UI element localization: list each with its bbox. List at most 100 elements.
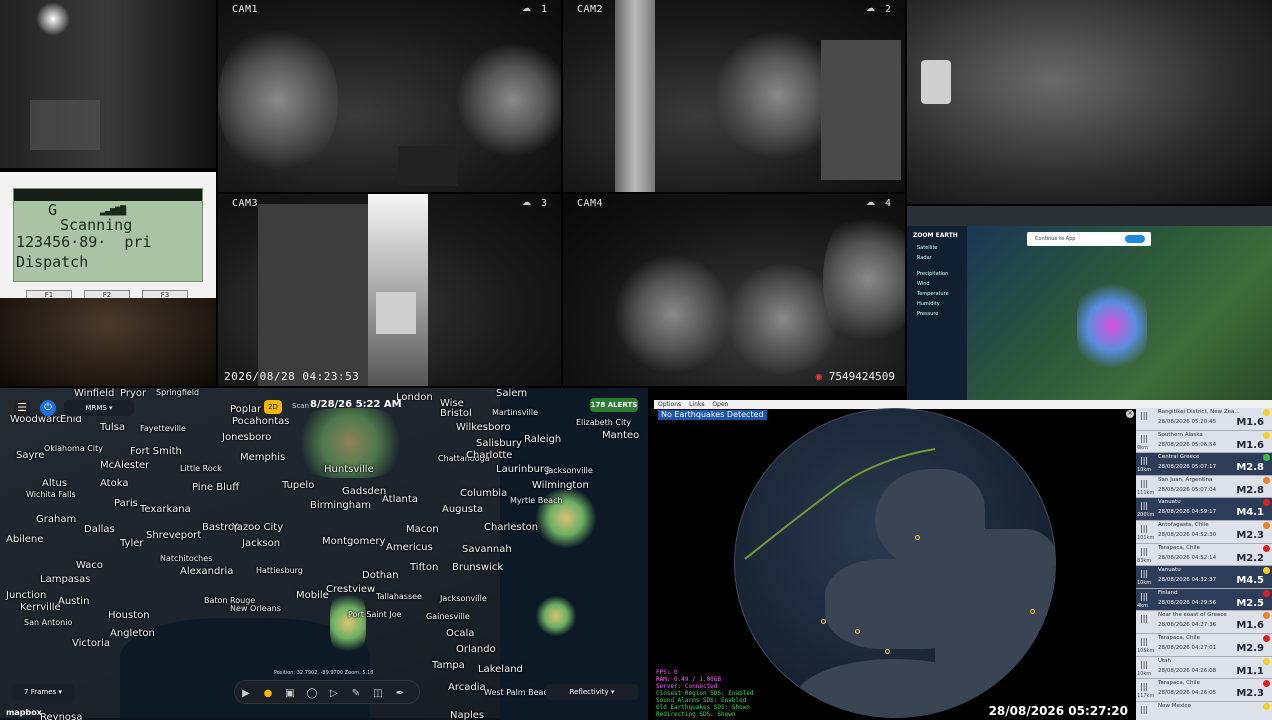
city-label: Gadsden xyxy=(342,486,387,497)
city-label: Houston xyxy=(108,610,150,621)
power-icon[interactable]: ⏻ xyxy=(40,400,56,416)
alerts-badge[interactable]: 178 ALERTS xyxy=(590,398,638,412)
earthquake-list-item[interactable]: ||| New Mexico xyxy=(1136,701,1272,720)
layer-precipitation[interactable]: Precipitation xyxy=(907,269,967,279)
menu-open[interactable]: Open xyxy=(712,401,728,408)
layer-humidity[interactable]: Humidity xyxy=(907,299,967,309)
storage-bin xyxy=(376,292,416,334)
capture-icon[interactable]: ▣ xyxy=(279,683,301,705)
location-pin-icon[interactable]: ● xyxy=(257,683,279,705)
city-label: Springfield xyxy=(156,388,200,397)
status-line: Closest Region SDS: Enabled xyxy=(656,690,754,697)
city-label: McAlester xyxy=(100,460,150,471)
close-icon[interactable]: ✕ xyxy=(1126,410,1134,418)
quake-depth: 10km xyxy=(1137,467,1152,474)
alert-level-icon xyxy=(1263,431,1270,439)
quake-magnitude: M1.1 xyxy=(1236,665,1264,677)
foliage xyxy=(218,20,338,180)
layer-wind[interactable]: Wind xyxy=(907,279,967,289)
quake-marker[interactable] xyxy=(885,649,890,654)
scanner-f3-button[interactable]: F3 xyxy=(142,290,188,298)
shed-wall xyxy=(821,40,901,180)
layer-temperature[interactable]: Temperature xyxy=(907,289,967,299)
city-label: Paris xyxy=(114,498,138,509)
city-label: Wilmington xyxy=(532,480,589,491)
cam4-feed[interactable]: CAM4 ☁ 4 ◉ 7549424509 xyxy=(563,194,905,386)
quake-datetime: 28/08/2026 05:20:45 xyxy=(1158,419,1217,425)
zoom-weather-map[interactable] xyxy=(967,226,1272,400)
quake-marker[interactable] xyxy=(821,619,826,624)
city-label: Oklahoma City xyxy=(44,444,103,453)
polygon-tool-icon[interactable]: ▷ xyxy=(323,683,345,705)
quake-magnitude: M2.5 xyxy=(1236,597,1264,609)
banner-open-button[interactable] xyxy=(1125,235,1145,243)
record-icon: ◉ xyxy=(815,370,823,383)
earthquake-list-item[interactable]: ||| Rangitikei District, New Zea... 28/08/… xyxy=(1136,408,1272,431)
lit-walkway xyxy=(368,194,428,386)
mapbox-logo: mapbox xyxy=(6,708,42,717)
quake-marker[interactable] xyxy=(915,535,920,540)
earthquake-list-item[interactable]: ||| 10km Central Greece 28/08/2026 05:07:17… xyxy=(1136,453,1272,476)
2d-toggle[interactable]: 2D xyxy=(264,400,282,414)
earthquake-list-item[interactable]: ||| 101km Antofagasta, Chile 28/08/2026 04:… xyxy=(1136,520,1272,544)
quake-datetime: 28/08/2026 04:52:14 xyxy=(1158,554,1217,561)
continue-to-app-banner[interactable]: Continue to App xyxy=(1027,232,1151,246)
zoom-earth-logo: ZOOM EARTH xyxy=(913,232,958,239)
menu-icon[interactable]: ☰ xyxy=(14,400,30,416)
city-label: Victoria xyxy=(72,638,110,649)
earthquake-globe[interactable] xyxy=(734,408,1056,718)
scanner-f2-button[interactable]: F2 xyxy=(84,290,130,298)
intensity-bars-icon: ||| xyxy=(1140,411,1149,420)
draw-tool-icon[interactable]: ✎ xyxy=(345,683,367,705)
earthquake-list[interactable]: ||| Rangitikei District, New Zea... 28/08/… xyxy=(1136,408,1272,720)
city-label: Savannah xyxy=(462,544,512,555)
earthquake-list-item[interactable]: ||| 111km San Juan, Argentina 28/08/2026 05… xyxy=(1136,475,1272,499)
intensity-bars-icon: ||| xyxy=(1140,456,1149,466)
circle-tool-icon[interactable]: ◯ xyxy=(301,683,323,705)
product-select[interactable]: Reflectivity ▾ xyxy=(546,684,638,700)
city-label: Atoka xyxy=(100,478,129,489)
cam3-feed[interactable]: CAM3 ☁ 3 2026/08/28 04:23:53 xyxy=(218,194,561,386)
earthquake-list-item[interactable]: ||| 10km Utah 28/08/2026 04:26:08 M1.1 xyxy=(1136,656,1272,680)
menu-links[interactable]: Links xyxy=(689,401,704,408)
quake-magnitude: M2.2 xyxy=(1236,552,1264,564)
frames-select[interactable]: 7 Frames ▾ xyxy=(12,684,74,700)
city-label: Brunswick xyxy=(452,562,504,573)
zoom-earth-window: ZOOM EARTH Satellite Radar Precipitation… xyxy=(907,206,1272,400)
doorway xyxy=(258,204,368,386)
book-icon[interactable]: ◫ xyxy=(367,683,389,705)
quake-marker[interactable] xyxy=(1030,609,1035,614)
city-label: Little Rock xyxy=(180,464,222,473)
cam2-feed[interactable]: CAM2 ☁ 2 xyxy=(563,0,905,192)
earthquake-list-item[interactable]: ||| 117km Tarapaca, Chile 28/08/2026 04:26:… xyxy=(1136,679,1272,702)
radar-map-window[interactable]: Winfield Pryor Springfield Poplar London Wise… xyxy=(0,388,648,720)
earthquake-list-item[interactable]: ||| 10km Vanuatu 28/08/2026 04:32:37 M4.5 xyxy=(1136,566,1272,589)
earthquake-list-item[interactable]: ||| 200km Vanuatu 28/08/2026 04:59:17 M4.1 xyxy=(1136,498,1272,521)
earthquake-list-item[interactable]: ||| 4km Finland 28/08/2026 04:29:56 M2.5 xyxy=(1136,588,1272,612)
cam1-feed[interactable]: CAM1 ☁ 1 xyxy=(218,0,561,192)
pen-icon[interactable]: ✒ xyxy=(389,683,411,705)
quake-depth: 111km xyxy=(1137,489,1155,496)
layer-radar[interactable]: Radar xyxy=(907,253,967,263)
layer-pressure[interactable]: Pressure xyxy=(907,309,967,319)
menu-options[interactable]: Options xyxy=(658,401,681,408)
earthquake-list-item[interactable]: ||| Near the coast of Greece 28/08/2026 04… xyxy=(1136,611,1272,634)
scanner-f1-button[interactable]: F1 xyxy=(26,290,72,298)
play-icon[interactable]: ▶ xyxy=(235,683,257,705)
quake-location: Vanuatu xyxy=(1158,499,1181,506)
city-label: Dallas xyxy=(84,524,115,535)
earthquake-list-item[interactable]: ||| 0km Southern Alaska 28/08/2026 05:06:54… xyxy=(1136,430,1272,454)
earthquake-list-item[interactable]: ||| 105km Tarapaca, Chile 28/08/2026 04:27:… xyxy=(1136,633,1272,657)
layer-satellite[interactable]: Satellite xyxy=(907,243,967,253)
alert-level-icon xyxy=(1263,634,1270,642)
city-label: Salem xyxy=(496,388,528,399)
layer-select[interactable]: MRMS ▾ xyxy=(64,400,134,416)
quake-datetime: 28/08/2026 04:29:56 xyxy=(1158,599,1217,606)
alert-level-icon xyxy=(1263,657,1270,665)
cursor-position: Position: 32.7902, -89.9700 Zoom: 5.18 xyxy=(274,670,374,676)
city-label: Natchitoches xyxy=(160,554,213,563)
earthquake-list-item[interactable]: ||| 83km Tarapaca, Chile 28/08/2026 04:52:1… xyxy=(1136,543,1272,567)
quake-marker[interactable] xyxy=(855,629,860,634)
city-label: Dothan xyxy=(362,570,399,581)
city-label: Alexandria xyxy=(180,566,234,577)
